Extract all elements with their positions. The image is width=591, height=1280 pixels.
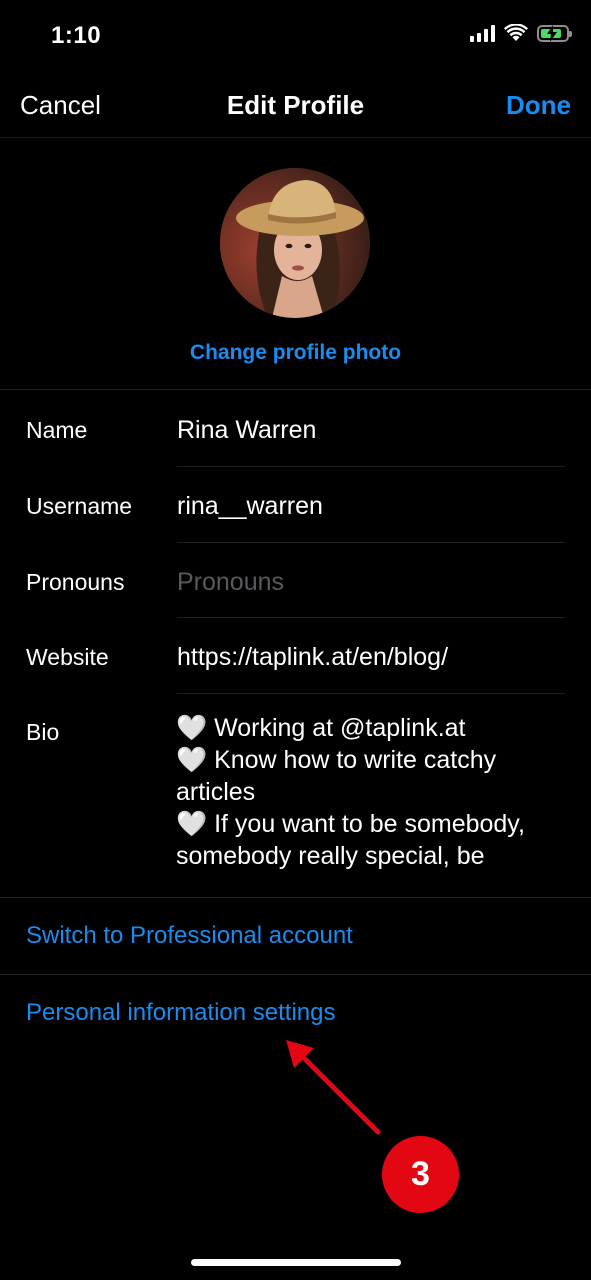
nav-bar: Cancel Edit Profile Done [0,70,591,138]
divider [0,389,591,390]
wifi-icon [504,24,528,41]
bio-line: 🤍 Working at @taplink.at [176,714,466,742]
home-indicator[interactable] [191,1259,401,1266]
bio-line: 🤍 Know how to write catchy [176,746,497,774]
profile-photo-image [220,168,370,318]
bio-line: 🤍 If you want to be somebody, [176,810,525,838]
bio-line: articles [176,778,256,806]
pronouns-label: Pronouns [26,569,125,595]
divider [177,617,565,618]
bio-line: somebody really special, be [176,842,485,870]
username-label: Username [26,493,133,519]
status-bar: 1:10 [0,0,591,70]
switch-professional-account-link[interactable]: Switch to Professional account [26,922,353,950]
status-icons [470,24,572,42]
website-label: Website [26,644,109,670]
website-field[interactable]: https://taplink.at/en/blog/ [177,643,448,672]
name-label: Name [26,417,88,443]
personal-information-settings-link[interactable]: Personal information settings [26,999,336,1027]
page-title: Edit Profile [226,90,365,120]
username-field[interactable]: rina__warren [177,492,323,521]
divider [177,693,565,694]
bio-label: Bio [26,719,60,745]
status-time: 1:10 [51,22,102,49]
avatar[interactable] [220,168,370,318]
divider [177,466,565,467]
cellular-signal-icon [470,24,495,42]
bio-field[interactable]: 🤍 Working at @taplink.at 🤍 Know how to w… [176,712,571,872]
divider [0,897,591,898]
done-button[interactable]: Done [506,90,571,121]
divider [177,542,565,543]
divider [0,974,591,975]
battery-icon [537,24,572,42]
change-profile-photo-link[interactable]: Change profile photo [0,341,591,365]
name-field[interactable]: Rina Warren [177,416,316,445]
step-badge: 3 [382,1136,459,1213]
pronouns-field[interactable]: Pronouns [177,568,284,597]
